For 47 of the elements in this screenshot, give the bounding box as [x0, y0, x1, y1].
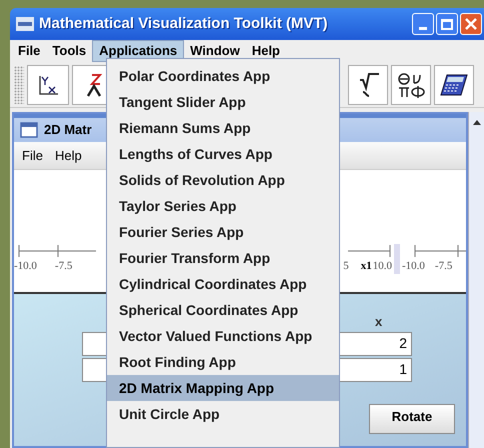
close-icon: [465, 18, 477, 30]
greek-symbols-icon: [397, 72, 425, 98]
calculator-button[interactable]: [434, 64, 474, 104]
tick-label: -7.5: [54, 258, 72, 274]
menu-item[interactable]: Taylor Series App: [107, 193, 339, 219]
symbols-tool-button[interactable]: [391, 64, 431, 104]
window-icon: [20, 122, 38, 138]
minimize-button[interactable]: [412, 13, 434, 35]
maximize-button[interactable]: [436, 13, 458, 35]
menu-item[interactable]: 2D Matrix Mapping App: [107, 375, 339, 401]
menu-item[interactable]: Unit Circle App: [107, 401, 339, 427]
menu-item[interactable]: Vector Valued Functions App: [107, 323, 339, 349]
app-logo-icon: [16, 17, 34, 31]
plot-separator: [394, 244, 400, 274]
functions-tool-button[interactable]: [348, 64, 388, 104]
column-header: x: [375, 313, 382, 331]
menu-item[interactable]: Fourier Series App: [107, 219, 339, 245]
menu-item[interactable]: Lengths of Curves App: [107, 141, 339, 167]
menu-item[interactable]: Cylindrical Coordinates App: [107, 271, 339, 297]
window-title: Mathematical Visualization Toolkit (MVT): [39, 14, 328, 34]
menu-item[interactable]: Tools: [46, 40, 92, 62]
tick-label: -10.0: [14, 258, 37, 274]
calculator-icon: [439, 72, 469, 96]
menu-item[interactable]: Riemann Sums App: [107, 115, 339, 141]
toolbar-grip[interactable]: [14, 66, 24, 104]
graph-tool-button[interactable]: [27, 64, 69, 104]
tick-label: 10.0: [372, 258, 392, 274]
menu-item[interactable]: Window: [184, 40, 246, 62]
axis-line: [348, 244, 392, 258]
rotate-button[interactable]: Rotate: [369, 404, 455, 434]
menu-item[interactable]: Root Finding App: [107, 349, 339, 375]
inner-window-title: 2D Matr: [44, 121, 92, 140]
menu-item[interactable]: Help: [246, 40, 286, 62]
menu-item[interactable]: Fourier Transform App: [107, 245, 339, 271]
menu-item[interactable]: Help: [54, 146, 82, 166]
tick-label: -10.0: [402, 258, 425, 274]
menu-item[interactable]: File: [22, 146, 43, 166]
scrollbar[interactable]: [468, 112, 484, 448]
menu-item[interactable]: Spherical Coordinates App: [107, 297, 339, 323]
tick-label: 5: [343, 258, 349, 274]
axis-label: x1: [360, 258, 372, 274]
close-button[interactable]: [460, 13, 482, 35]
menu-item[interactable]: Polar Coordinates App: [107, 63, 339, 89]
menu-item[interactable]: Tangent Slider App: [107, 89, 339, 115]
menu-item[interactable]: File: [12, 40, 46, 62]
tick-label: -7.5: [434, 258, 452, 274]
menu-item[interactable]: Solids of Revolution App: [107, 167, 339, 193]
